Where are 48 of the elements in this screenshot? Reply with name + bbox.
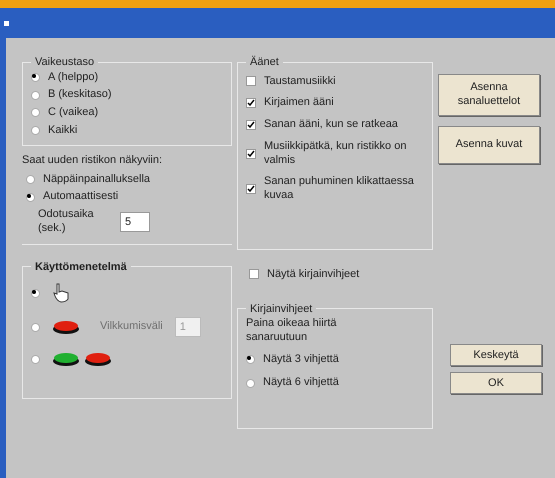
section-title: Saat uuden ristikon näkyviin: [22,153,164,168]
round-button-icon [84,351,112,367]
checkbox[interactable] [246,98,256,108]
checkbox[interactable] [246,76,256,86]
group-title: Kirjainvihjeet [249,302,314,316]
option-label: Taustamusiikki [264,74,336,88]
option-label: Näytä kirjainvihjeet [267,267,360,282]
checkbox[interactable] [249,269,259,280]
group-title: Vaikeustaso [34,55,96,70]
group-title: Äänet [249,54,280,70]
option-label: Näppäinpainalluksella [43,172,150,186]
radio-button[interactable] [246,378,255,388]
dialog-button[interactable]: Keskeytä [450,344,542,366]
round-button-icon [52,351,80,367]
delay-label: Odotusaika (sek.) [38,208,95,236]
radio-button[interactable] [246,354,255,364]
hint-text: Paina oikeaa hiirtä sanaruutuun [246,317,338,344]
option-label: C (vaikea) [48,106,98,120]
option-label: Automaattisesti [43,190,118,204]
hand-cursor-icon [52,283,70,303]
radio-button[interactable] [31,126,40,136]
checkbox[interactable] [246,120,256,130]
radio-button[interactable] [31,354,40,364]
option-label: Kirjaimen ääni [264,96,334,110]
option-label: Kaikki [48,124,78,138]
radio-button[interactable] [31,90,40,100]
dialog-button[interactable]: OK [450,372,542,394]
option-label: Näytä 3 vihjettä [263,352,339,366]
round-button-icon [52,319,80,335]
radio-button[interactable] [31,108,40,118]
action-button[interactable]: Asenna kuvat [438,126,540,164]
interval-label: Vilkkumisväli [100,320,163,334]
radio-button[interactable] [26,192,35,202]
checkbox[interactable] [246,148,256,158]
option-label: B (keskitaso) [48,88,112,102]
group-title: Käyttömenetelmä [34,260,128,274]
radio-button[interactable] [31,288,40,298]
option-label: Musiikkipätkä, kun ristikko on valmis [264,140,408,168]
action-button[interactable]: Asenna sanaluettelot [438,74,540,116]
delay-field[interactable]: 5 [120,212,150,232]
radio-button[interactable] [26,174,35,184]
option-label: Näytä 6 vihjettä [263,376,339,390]
option-label: Sanan puhuminen klikattaessa kuvaa [264,175,415,203]
option-label: A (helppo) [48,70,98,84]
checkbox[interactable] [246,184,256,194]
option-label: Sanan ääni, kun se ratkeaa [264,118,398,132]
radio-button[interactable] [31,72,40,82]
window-icon [4,20,9,26]
